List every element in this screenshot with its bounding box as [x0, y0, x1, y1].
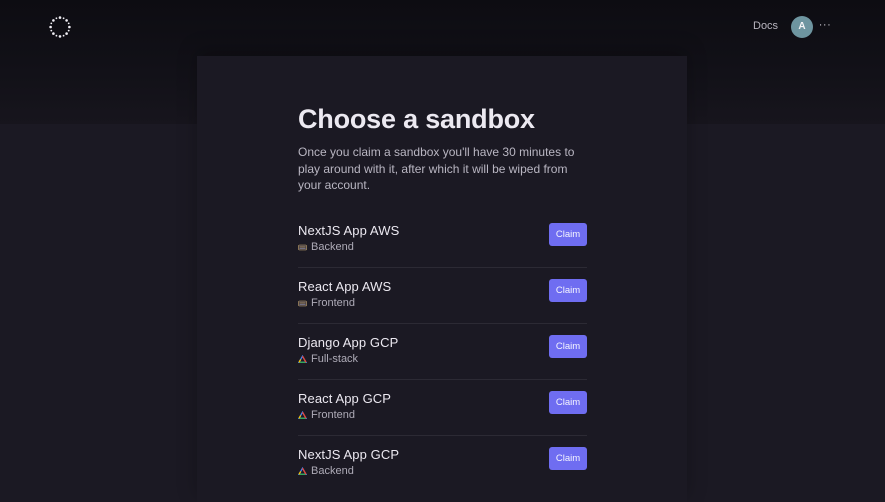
- sandbox-type: Frontend: [311, 297, 356, 309]
- user-avatar[interactable]: A: [791, 16, 813, 38]
- page-title: Choose a sandbox: [298, 104, 535, 134]
- sandbox-name: React App AWS: [298, 279, 392, 294]
- sandbox-meta: Backend: [298, 465, 354, 477]
- claim-button[interactable]: Claim: [549, 447, 587, 470]
- sandbox-name: NextJS App GCP: [298, 447, 400, 462]
- claim-button[interactable]: Claim: [549, 279, 587, 302]
- sandbox-name: Django App GCP: [298, 335, 399, 350]
- aws-icon: [298, 243, 307, 252]
- more-options-icon[interactable]: ···: [817, 18, 833, 34]
- top-bar: Docs A ···: [0, 0, 885, 56]
- sandbox-meta: Full-stack: [298, 353, 358, 365]
- sandbox-meta: Frontend: [298, 297, 355, 309]
- sandbox-type: Backend: [311, 241, 354, 253]
- sandbox-type: Full-stack: [311, 353, 359, 365]
- page-description: Once you claim a sandbox you'll have 30 …: [298, 145, 575, 192]
- sandbox-row: React App AWS Frontend Claim: [298, 268, 587, 324]
- aws-icon: [298, 299, 307, 308]
- claim-button[interactable]: Claim: [549, 335, 587, 358]
- sandbox-meta: Frontend: [298, 409, 355, 421]
- intro-section: Choose a sandbox Once you claim a sandbo…: [298, 102, 588, 194]
- gcp-icon: [298, 410, 307, 420]
- docs-link[interactable]: Docs: [753, 20, 778, 32]
- sandbox-row: Django App GCP Full-stack Claim: [298, 324, 587, 380]
- sandbox-name: React App GCP: [298, 391, 392, 406]
- sandbox-row: NextJS App GCP Backend Claim: [298, 436, 587, 491]
- brand-logo-icon[interactable]: [49, 16, 71, 38]
- sandbox-type: Backend: [311, 465, 354, 477]
- sandbox-name: NextJS App AWS: [298, 223, 400, 238]
- sandbox-row: React App GCP Frontend Claim: [298, 380, 587, 436]
- sandbox-meta: Backend: [298, 241, 354, 253]
- sandbox-type: Frontend: [311, 409, 356, 421]
- sandbox-row: NextJS App AWS Backend Claim: [298, 212, 587, 268]
- claim-button[interactable]: Claim: [549, 391, 587, 414]
- sandbox-list: NextJS App AWS Backend Claim React App A…: [298, 212, 587, 491]
- gcp-icon: [298, 354, 307, 364]
- gcp-icon: [298, 466, 307, 476]
- claim-button[interactable]: Claim: [549, 223, 587, 246]
